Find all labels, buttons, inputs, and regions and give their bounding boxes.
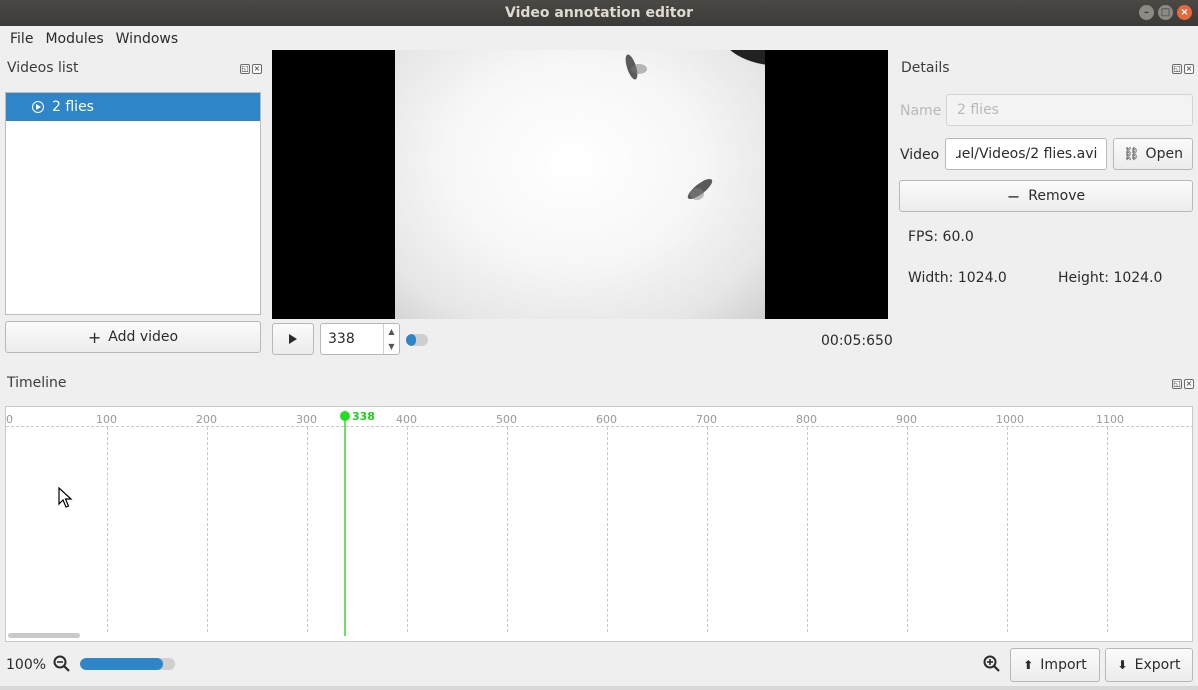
remove-label: Remove <box>1028 188 1086 204</box>
timeline-grid-line <box>607 427 608 632</box>
download-icon: ⬇ <box>1117 658 1128 672</box>
menu-bar: File Modules Windows <box>0 26 1198 50</box>
timeline-grid-line <box>1007 427 1008 632</box>
timeline-tick-label: 800 <box>796 413 817 426</box>
timeline-tick-label: 100 <box>96 413 117 426</box>
timeline-tick-label: 500 <box>496 413 517 426</box>
video-path-field[interactable]: ɹel/Videos/2 flies.avi <box>945 138 1107 170</box>
play-icon <box>289 334 297 344</box>
timeline-tick-label: 1100 <box>1096 413 1124 426</box>
playhead-handle[interactable] <box>340 411 350 421</box>
timeline-tick-label: 700 <box>696 413 717 426</box>
video-label: Video <box>900 147 940 163</box>
window-title: Video annotation editor <box>504 5 693 21</box>
timeline-tick-label: 900 <box>896 413 917 426</box>
zoom-slider-fill <box>80 658 163 670</box>
spin-up-icon[interactable]: ▲ <box>384 324 399 339</box>
videos-list[interactable]: 2 flies <box>5 92 261 315</box>
minimize-icon[interactable]: – <box>1139 5 1154 20</box>
spin-down-icon[interactable]: ▼ <box>384 339 399 354</box>
name-label: Name <box>900 103 942 119</box>
close-icon[interactable]: × <box>1184 379 1194 389</box>
zoom-level: 100% <box>6 657 47 673</box>
timeline-grid-line <box>207 427 208 632</box>
open-label: Open <box>1145 146 1183 162</box>
menu-windows[interactable]: Windows <box>111 26 186 50</box>
name-field[interactable]: 2 flies <box>946 94 1193 126</box>
link-icon: ⛓ <box>1123 146 1140 162</box>
minus-icon: − <box>1006 186 1021 206</box>
timeline-tick-label: 600 <box>596 413 617 426</box>
close-icon[interactable]: × <box>252 64 262 74</box>
frame-spinbox[interactable]: 338 ▲ ▼ <box>320 323 400 355</box>
list-item-label: 2 flies <box>52 99 94 115</box>
video-frame-image <box>395 50 765 319</box>
plus-icon: + <box>87 327 102 347</box>
upload-icon: ⬆ <box>1023 658 1034 672</box>
float-icon[interactable]: ◱ <box>1172 64 1182 74</box>
maximize-icon[interactable]: □ <box>1158 5 1173 20</box>
import-button[interactable]: ⬆ Import <box>1010 648 1100 682</box>
export-button[interactable]: ⬇ Export <box>1105 648 1193 682</box>
timeline-grid-line <box>1107 427 1108 632</box>
close-icon[interactable]: × <box>1177 5 1192 20</box>
time-display: 00:05:650 <box>821 333 893 349</box>
title-bar: Video annotation editor – □ × <box>0 0 1198 26</box>
menu-modules[interactable]: Modules <box>40 26 110 50</box>
timeline-tick-label: 0 <box>6 413 13 426</box>
timeline-grid-line <box>107 427 108 632</box>
mouse-cursor-icon <box>58 487 73 508</box>
play-button[interactable] <box>272 323 314 355</box>
playhead-line[interactable] <box>344 416 346 636</box>
timeline-grid-line <box>807 427 808 632</box>
close-icon[interactable]: × <box>1184 64 1194 74</box>
timeline-grid-line <box>907 427 908 632</box>
timeline-grid-line <box>507 427 508 632</box>
timeline-grid-line <box>707 427 708 632</box>
remove-button[interactable]: − Remove <box>899 180 1193 212</box>
float-icon[interactable]: ◱ <box>240 64 250 74</box>
timeline-canvas[interactable]: 0 100 200 300 400 500 600 700 800 900 1000 1100 338 <box>5 406 1193 642</box>
float-icon[interactable]: ◱ <box>1172 379 1182 389</box>
seek-slider-fill <box>406 334 416 346</box>
play-circle-icon <box>32 101 44 113</box>
import-label: Import <box>1040 657 1087 673</box>
timeline-scrollbar[interactable] <box>8 633 80 638</box>
timeline-tick-label: 200 <box>196 413 217 426</box>
add-video-button[interactable]: + Add video <box>5 321 261 353</box>
width-text: Width: 1024.0 <box>908 270 1007 286</box>
seek-slider[interactable] <box>406 334 428 346</box>
timeline-grid-line <box>307 427 308 632</box>
fly-wing-shape <box>690 188 704 200</box>
open-button[interactable]: ⛓ Open <box>1113 138 1193 170</box>
zoom-in-icon[interactable] <box>982 654 1002 674</box>
fps-text: FPS: 60.0 <box>908 229 974 245</box>
add-video-label: Add video <box>108 329 179 345</box>
frame-value: 338 <box>328 331 355 347</box>
height-text: Height: 1024.0 <box>1058 270 1163 286</box>
timeline-grid-line <box>407 427 408 632</box>
timeline-tick-label: 400 <box>396 413 417 426</box>
fly-shape <box>723 50 765 71</box>
menu-file[interactable]: File <box>0 26 40 50</box>
video-view[interactable] <box>272 50 888 319</box>
playhead-frame-label: 338 <box>352 410 375 423</box>
fly-wing-shape <box>631 64 647 74</box>
timeline-ruler-line <box>6 426 1192 427</box>
list-item[interactable]: 2 flies <box>6 93 260 121</box>
window-bottom-edge <box>0 686 1198 690</box>
videos-dock-title: Videos list <box>7 60 79 76</box>
timeline-dock-title: Timeline <box>7 375 67 391</box>
timeline-tick-label: 300 <box>296 413 317 426</box>
timeline-tick-label: 1000 <box>996 413 1024 426</box>
details-dock-title: Details <box>901 60 950 76</box>
zoom-slider[interactable] <box>80 658 175 670</box>
zoom-out-icon[interactable] <box>52 654 72 674</box>
export-label: Export <box>1134 657 1181 673</box>
